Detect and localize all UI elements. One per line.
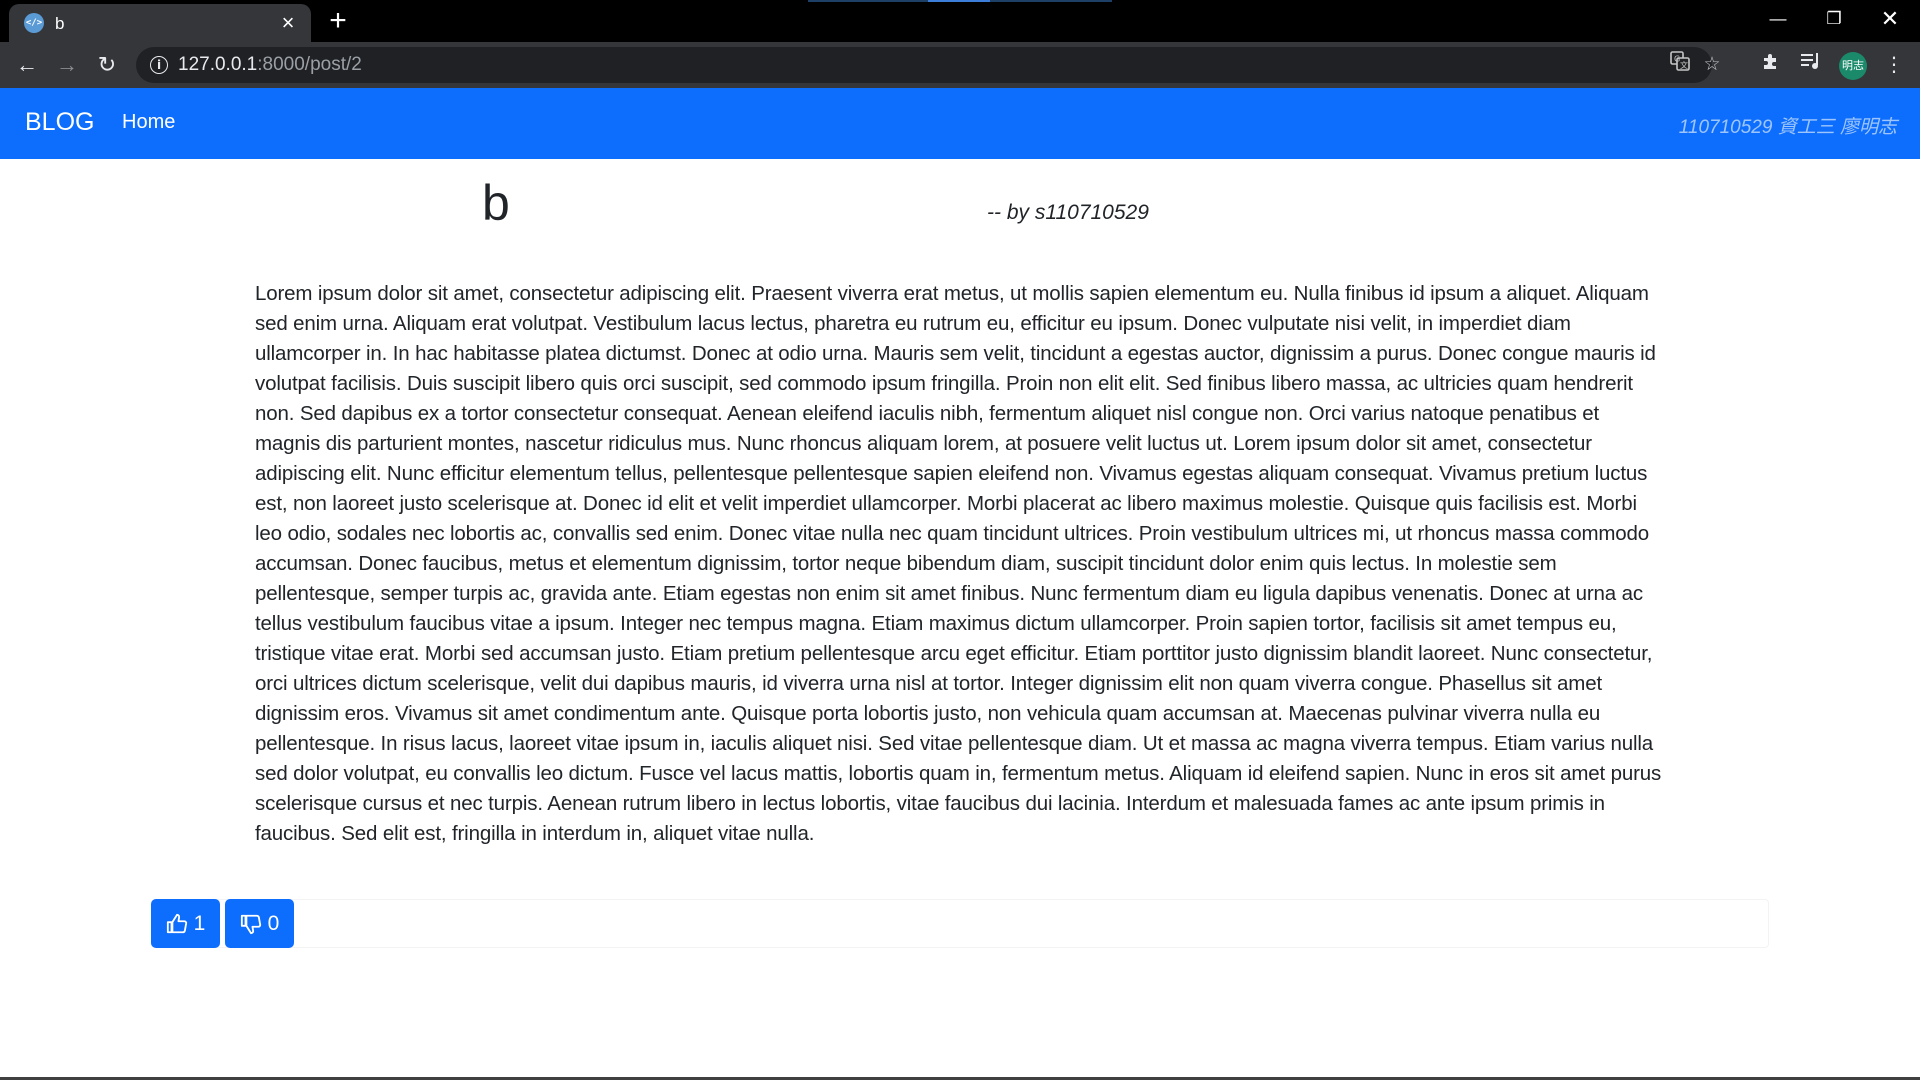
close-tab-icon[interactable]: × bbox=[275, 10, 301, 36]
dislike-count: 0 bbox=[267, 911, 280, 935]
thumbs-up-icon bbox=[166, 913, 187, 933]
translate-glyph: G 文 bbox=[1670, 51, 1690, 71]
like-count: 1 bbox=[193, 911, 206, 935]
tabstrip-accent-highlight bbox=[928, 0, 990, 2]
puzzle-glyph bbox=[1764, 54, 1776, 69]
extensions-icon[interactable] bbox=[1756, 50, 1786, 80]
site-navbar: BLOG Home 110710529 資工三 廖明志 bbox=[0, 88, 1920, 159]
url-path: :8000/post/2 bbox=[257, 54, 362, 75]
reading-list-glyph bbox=[1801, 53, 1818, 69]
tab-title: b bbox=[55, 14, 65, 33]
menu-icon[interactable]: ⋮ bbox=[1879, 50, 1909, 80]
forward-icon[interactable]: → bbox=[50, 48, 84, 82]
url-text[interactable]: 127.0.0.1:8000/post/2 bbox=[178, 54, 362, 76]
browser-tabstrip: </> b × + — ❐ ✕ bbox=[0, 0, 1920, 42]
post-author: -- by s110710529 bbox=[987, 201, 1149, 224]
close-window-icon[interactable]: ✕ bbox=[1862, 0, 1918, 40]
profile-avatar[interactable]: 明志 bbox=[1839, 52, 1867, 80]
post-title: b bbox=[482, 175, 510, 231]
vote-bar bbox=[151, 899, 1769, 948]
back-icon[interactable]: ← bbox=[10, 48, 44, 82]
browser-tab-active[interactable]: </> b × bbox=[9, 4, 311, 42]
home-link[interactable]: Home bbox=[122, 111, 175, 134]
code-favicon-icon: </> bbox=[24, 13, 44, 33]
address-bar[interactable]: i 127.0.0.1:8000/post/2 G 文 ☆ bbox=[136, 47, 1721, 83]
dislike-button[interactable]: 0 bbox=[225, 899, 294, 948]
new-tab-button[interactable]: + bbox=[322, 6, 354, 38]
minimize-window-icon[interactable]: — bbox=[1750, 0, 1806, 40]
like-button[interactable]: 1 bbox=[151, 899, 220, 948]
browser-toolbar: ← → ↻ i 127.0.0.1:8000/post/2 G 文 ☆ 明志 ⋮ bbox=[0, 42, 1920, 88]
restore-window-icon[interactable]: ❐ bbox=[1806, 0, 1862, 40]
thumbs-down-icon bbox=[240, 914, 261, 934]
student-info: 110710529 資工三 廖明志 bbox=[1678, 117, 1897, 138]
brand-link[interactable]: BLOG bbox=[25, 108, 94, 137]
url-host: 127.0.0.1 bbox=[178, 54, 258, 75]
translate-icon[interactable]: G 文 bbox=[1666, 51, 1694, 79]
post-body: Lorem ipsum dolor sit amet, consectetur … bbox=[255, 282, 1662, 845]
star-icon[interactable]: ☆ bbox=[1698, 51, 1726, 79]
reload-icon[interactable]: ↻ bbox=[90, 48, 124, 82]
reading-list-icon[interactable] bbox=[1796, 50, 1826, 80]
svg-text:文: 文 bbox=[1680, 60, 1688, 70]
info-icon[interactable]: i bbox=[150, 56, 168, 74]
